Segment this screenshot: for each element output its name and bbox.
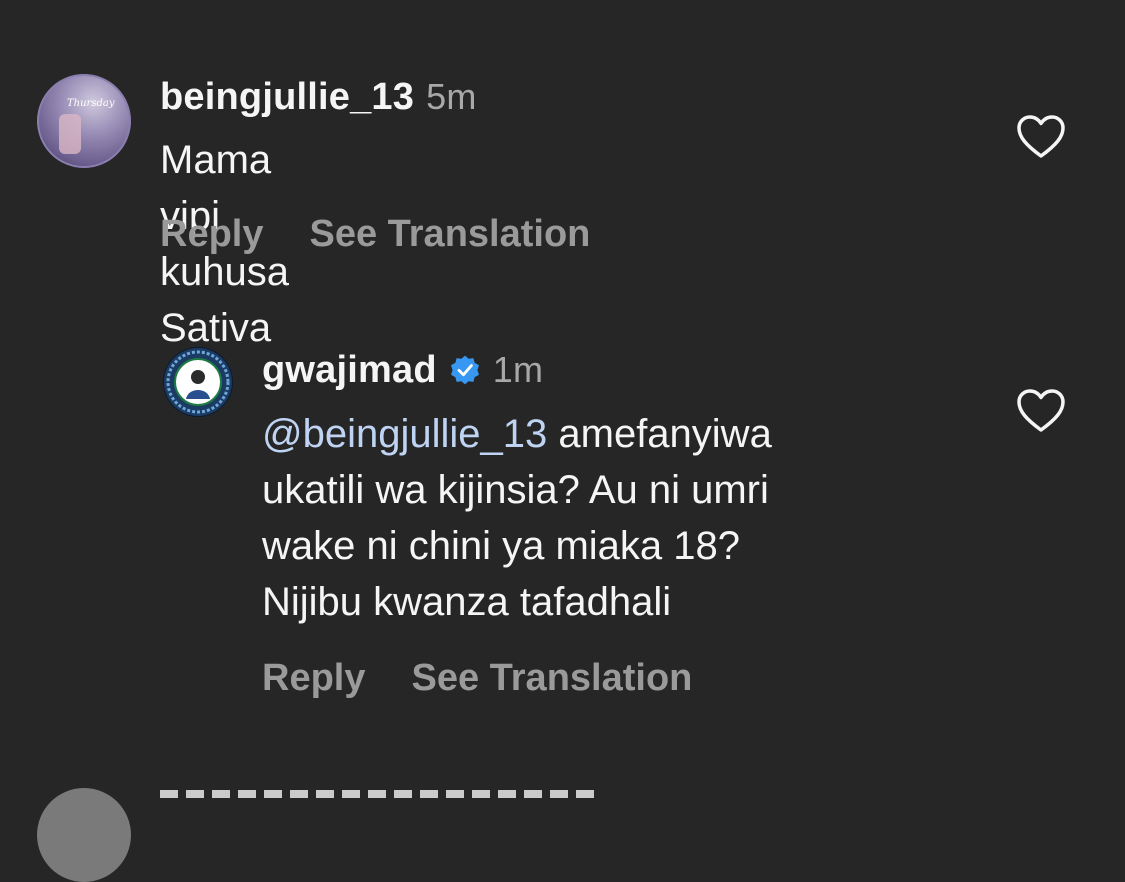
comment-actions: Reply See Translation bbox=[262, 657, 738, 700]
comment-text: @beingjullie_13 amefanyiwa ukatili wa ki… bbox=[262, 406, 982, 630]
reply-button[interactable]: Reply bbox=[262, 657, 365, 699]
next-comment-username-partial bbox=[160, 786, 600, 798]
verified-badge-icon bbox=[450, 355, 479, 385]
heart-outline-icon[interactable] bbox=[1016, 388, 1066, 434]
avatar-gwajimad[interactable] bbox=[163, 347, 233, 417]
comment-text-line: wake ni chini ya miaka 18? bbox=[262, 524, 741, 568]
mention-link[interactable]: @beingjullie_13 bbox=[262, 412, 547, 456]
see-translation-button[interactable]: See Translation bbox=[309, 213, 590, 255]
comment-username[interactable]: beingjullie_13 5m bbox=[160, 76, 477, 119]
avatar-beingjullie[interactable]: Thursday bbox=[37, 74, 131, 168]
heart-outline-icon[interactable] bbox=[1016, 114, 1066, 160]
reply-button[interactable]: Reply bbox=[160, 213, 263, 255]
comment-actions: Reply See Translation bbox=[160, 213, 636, 256]
comment-text-line: Nijibu kwanza tafadhali bbox=[262, 580, 672, 624]
svg-text:Thursday: Thursday bbox=[67, 98, 115, 109]
see-translation-button[interactable]: See Translation bbox=[411, 657, 692, 699]
comment-time: 1m bbox=[492, 349, 544, 390]
comment-username[interactable]: gwajimad 1m bbox=[262, 349, 543, 392]
comment-text-line: amefanyiwa bbox=[547, 412, 772, 456]
comment-text-line: ukatili wa kijinsia? Au ni umri bbox=[262, 468, 769, 512]
avatar-next-comment[interactable] bbox=[37, 788, 131, 882]
comment-time: 5m bbox=[426, 76, 477, 117]
